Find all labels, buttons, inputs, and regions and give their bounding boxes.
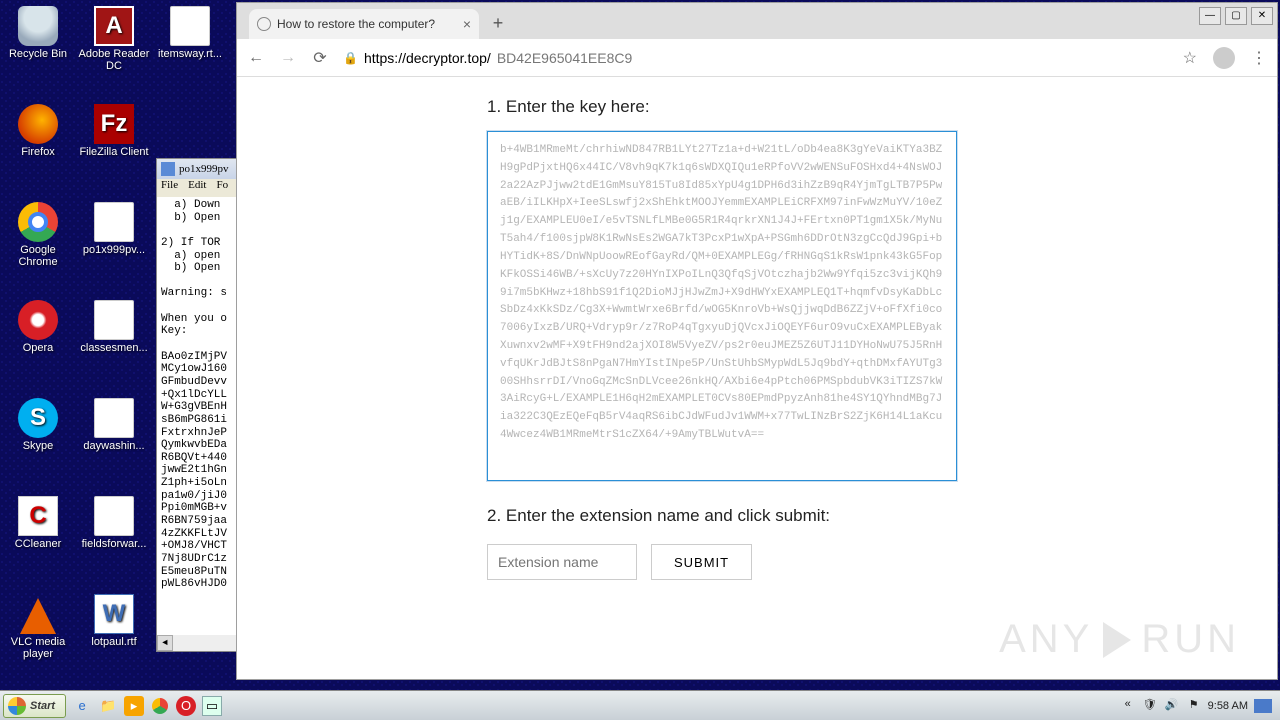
icon-label: classesmen...: [76, 342, 152, 354]
url-path: BD42E965041EE8C9: [497, 50, 632, 66]
url-host: https://decryptor.top/: [364, 50, 491, 66]
adobe-reader-icon[interactable]: AAdobe Reader DC: [76, 6, 152, 72]
media-player-icon[interactable]: ▸: [124, 696, 144, 716]
step1-label: 1. Enter the key here:: [487, 97, 1027, 117]
icon-label: Opera: [0, 342, 76, 354]
volume-icon[interactable]: 🔊: [1164, 698, 1180, 714]
icon-label: Adobe Reader DC: [76, 48, 152, 72]
file-icon-3[interactable]: daywashin...: [76, 398, 152, 452]
new-tab-button[interactable]: +: [485, 13, 511, 39]
lock-icon: 🔒: [343, 51, 358, 65]
icon-label: po1x999pv...: [76, 244, 152, 256]
globe-icon: [257, 17, 271, 31]
icon-label: Recycle Bin: [0, 48, 76, 60]
clock[interactable]: 9:58 AM: [1208, 700, 1248, 712]
kebab-menu-icon[interactable]: ⋮: [1251, 48, 1267, 68]
browser-window: — ▢ ✕ How to restore the computer? × + ←…: [236, 2, 1278, 680]
windows-logo-icon: [8, 697, 26, 715]
maximize-button[interactable]: ▢: [1225, 7, 1247, 25]
submit-button[interactable]: SUBMIT: [651, 544, 752, 580]
icon-label: Google Chrome: [0, 244, 76, 268]
start-label: Start: [30, 700, 55, 712]
recycle-bin-icon[interactable]: Recycle Bin: [0, 6, 76, 60]
menu-file[interactable]: File: [161, 179, 178, 197]
chrome-taskbar-icon[interactable]: [150, 696, 170, 716]
explorer-icon[interactable]: 📁: [98, 696, 118, 716]
key-input[interactable]: [487, 131, 957, 481]
tray-expand-icon[interactable]: «: [1120, 698, 1136, 714]
opera-taskbar-icon[interactable]: O: [176, 696, 196, 716]
flag-icon[interactable]: ⚑: [1186, 698, 1202, 714]
icon-label: FileZilla Client: [76, 146, 152, 158]
icon-label: Firefox: [0, 146, 76, 158]
menu-format[interactable]: Fo: [216, 179, 228, 197]
reload-button[interactable]: ⟳: [311, 48, 329, 68]
extension-name-input[interactable]: [487, 544, 637, 580]
quick-launch: e 📁 ▸ O ▭: [72, 696, 222, 716]
close-button[interactable]: ✕: [1251, 7, 1273, 25]
notepad-taskbar-icon[interactable]: ▭: [202, 696, 222, 716]
taskbar: Start e 📁 ▸ O ▭ « 🛡 🔊 ⚑ 9:58 AM: [0, 690, 1280, 720]
ie-icon[interactable]: e: [72, 696, 92, 716]
window-controls: — ▢ ✕: [1199, 7, 1273, 25]
page-content: 1. Enter the key here: 2. Enter the exte…: [237, 77, 1277, 679]
browser-right-icons: ☆ ⋮: [1183, 47, 1267, 69]
icon-label: VLC media player: [0, 636, 76, 660]
browser-tab[interactable]: How to restore the computer? ×: [249, 9, 479, 39]
file-icon-2[interactable]: classesmen...: [76, 300, 152, 354]
tab-close-icon[interactable]: ×: [463, 16, 471, 32]
back-button[interactable]: ←: [247, 49, 265, 67]
tab-strip: How to restore the computer? × +: [237, 3, 1277, 39]
firefox-icon[interactable]: Firefox: [0, 104, 76, 158]
icon-label: Skype: [0, 440, 76, 452]
textfile-icon[interactable]: po1x999pv...: [76, 202, 152, 256]
star-icon[interactable]: ☆: [1183, 48, 1197, 68]
show-desktop-icon[interactable]: [1254, 699, 1272, 713]
icon-label: fieldsforwar...: [76, 538, 152, 550]
url-field[interactable]: 🔒 https://decryptor.top/BD42E965041EE8C9: [343, 50, 1169, 66]
tab-title: How to restore the computer?: [277, 17, 435, 31]
step2-label: 2. Enter the extension name and click su…: [487, 506, 1027, 526]
file-icon[interactable]: itemsway.rt...: [152, 6, 228, 60]
notepad-title: po1x999pv: [179, 163, 229, 175]
profile-avatar-icon[interactable]: [1213, 47, 1235, 69]
word-doc-icon[interactable]: Wlotpaul.rtf: [76, 594, 152, 648]
vlc-icon[interactable]: VLC media player: [0, 594, 76, 660]
filezilla-icon[interactable]: FzFileZilla Client: [76, 104, 152, 158]
address-bar: ← → ⟳ 🔒 https://decryptor.top/BD42E96504…: [237, 39, 1277, 77]
minimize-button[interactable]: —: [1199, 7, 1221, 25]
icon-label: lotpaul.rtf: [76, 636, 152, 648]
icon-label: itemsway.rt...: [152, 48, 228, 60]
skype-icon[interactable]: SSkype: [0, 398, 76, 452]
icon-label: CCleaner: [0, 538, 76, 550]
start-button[interactable]: Start: [3, 694, 66, 718]
file-icon-4[interactable]: fieldsforwar...: [76, 496, 152, 550]
icon-label: daywashin...: [76, 440, 152, 452]
notepad-app-icon: [161, 162, 175, 176]
menu-edit[interactable]: Edit: [188, 179, 206, 197]
chrome-icon[interactable]: Google Chrome: [0, 202, 76, 268]
scroll-left-arrow-icon[interactable]: ◄: [157, 635, 173, 651]
opera-icon[interactable]: Opera: [0, 300, 76, 354]
system-tray: « 🛡 🔊 ⚑ 9:58 AM: [1120, 698, 1280, 714]
ccleaner-icon[interactable]: CCCleaner: [0, 496, 76, 550]
security-shield-icon[interactable]: 🛡: [1142, 698, 1158, 714]
forward-button[interactable]: →: [279, 49, 297, 67]
